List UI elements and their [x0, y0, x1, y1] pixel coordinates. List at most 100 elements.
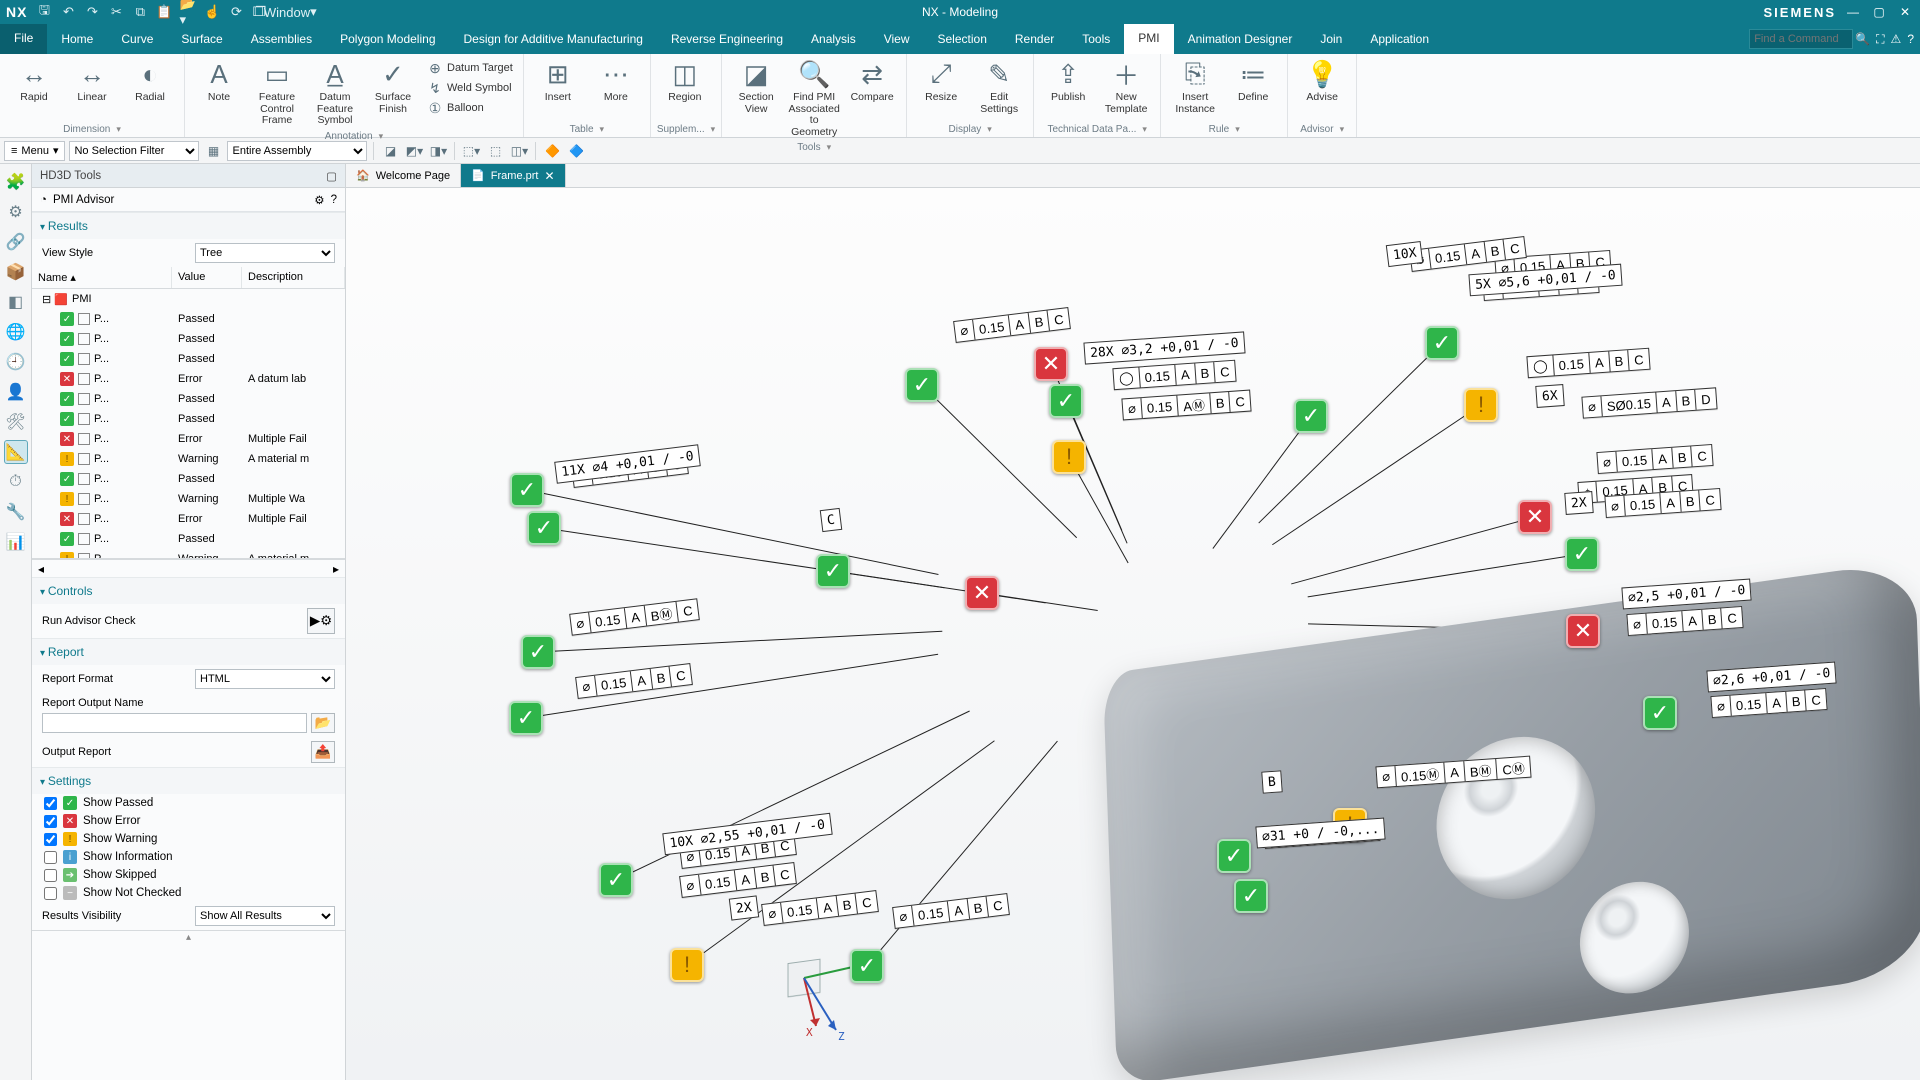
tab-view[interactable]: View — [870, 24, 924, 54]
view-triad[interactable]: Y X Z — [776, 930, 886, 1040]
results-visibility-dropdown[interactable]: Show All Results — [195, 906, 335, 926]
run-advisor-check-button[interactable]: ▶⚙ — [307, 608, 335, 634]
tree-row[interactable]: !P... Warning Multiple Wa — [32, 489, 345, 509]
linear-button[interactable]: ↔Linear — [64, 56, 120, 106]
datum-feature-symbol-button[interactable]: A̲Datum Feature Symbol — [307, 56, 363, 129]
report-format-dropdown[interactable]: HTML — [195, 669, 335, 689]
tab-reverse-engineering[interactable]: Reverse Engineering — [657, 24, 797, 54]
tree-row[interactable]: ✓P... Passed — [32, 529, 345, 549]
more-button[interactable]: ⋯More — [588, 56, 644, 106]
rapid-button[interactable]: ↔Rapid — [6, 56, 62, 106]
resize-button[interactable]: ⤢Resize — [913, 56, 969, 106]
show-notchecked-checkbox[interactable] — [44, 887, 57, 900]
region-button[interactable]: ◫Region — [657, 56, 713, 106]
tab-design-for-additive-manufacturing[interactable]: Design for Additive Manufacturing — [450, 24, 657, 54]
pmi-pass-marker[interactable]: ✓ — [1294, 399, 1328, 433]
tab-pmi[interactable]: PMI — [1124, 24, 1173, 54]
pmi-pass-marker[interactable]: ✓ — [816, 554, 850, 588]
pmi-warn-marker[interactable]: ! — [1052, 440, 1086, 474]
gdt-frame[interactable]: ⌀SØ0.15ABD — [1581, 387, 1717, 418]
redo-icon[interactable]: ↷ — [83, 3, 101, 21]
output-report-button[interactable]: 📤 — [311, 741, 335, 763]
rail-tools-icon[interactable]: 🛠 — [4, 410, 28, 434]
rail-assembly-icon[interactable]: ⚙ — [4, 200, 28, 224]
rail-reuse-icon[interactable]: 📦 — [4, 260, 28, 284]
tree-root-pmi[interactable]: ⊟ 🟥 PMI — [32, 289, 345, 309]
tab-welcome-page[interactable]: 🏠 Welcome Page — [346, 164, 461, 187]
rail-constraint-icon[interactable]: 🔗 — [4, 230, 28, 254]
close-tab-icon[interactable]: ✕ — [544, 169, 554, 183]
view-style-dropdown[interactable]: Tree — [195, 243, 335, 263]
rail-clock-icon[interactable]: ⏱ — [4, 470, 28, 494]
rail-part-navigator-icon[interactable]: 🧩 — [4, 170, 28, 194]
menu-dropdown[interactable]: ≡ Menu ▾ — [4, 141, 65, 161]
define-button[interactable]: ≔Define — [1225, 56, 1281, 106]
pmi-pass-marker[interactable]: ✓ — [510, 473, 544, 507]
pmi-pass-marker[interactable]: ✓ — [1217, 839, 1251, 873]
pmi-pass-marker[interactable]: ✓ — [509, 701, 543, 735]
filter-reset-icon[interactable]: ▦ — [203, 141, 223, 161]
col-name-header[interactable]: Name ▴ — [32, 267, 172, 288]
copy-icon[interactable]: ⧉ — [131, 3, 149, 21]
insert-instance-button[interactable]: ⎘Insert Instance — [1167, 56, 1223, 117]
tree-row[interactable]: !P... Warning A material m — [32, 549, 345, 559]
weld-symbol-button[interactable]: ↯Weld Symbol — [423, 78, 517, 98]
undo-icon[interactable]: ↶ — [59, 3, 77, 21]
part-model[interactable] — [1103, 560, 1920, 1080]
section-view-button[interactable]: ◪Section View — [728, 56, 784, 117]
sel-icon-8[interactable]: 🔷 — [566, 141, 586, 161]
tab-surface[interactable]: Surface — [167, 24, 236, 54]
tree-row[interactable]: ✓P... Passed — [32, 389, 345, 409]
surface-finish-button[interactable]: ✓Surface Finish — [365, 56, 421, 117]
pmi-pass-marker[interactable]: ✓ — [527, 511, 561, 545]
find-pmi-associated-to-geometry-button[interactable]: 🔍Find PMI Associated to Geometry — [786, 56, 842, 140]
edit-settings-button[interactable]: ✎Edit Settings — [971, 56, 1027, 117]
selection-filter-dropdown[interactable]: No Selection Filter — [69, 141, 199, 161]
balloon-button[interactable]: ①Balloon — [423, 98, 517, 118]
tab-tools[interactable]: Tools — [1068, 24, 1124, 54]
sel-icon-5[interactable]: ⬚ — [485, 141, 505, 161]
fullscreen-icon[interactable]: ⛶ — [1876, 32, 1884, 47]
panel-collapse-handle[interactable]: ▴ — [32, 930, 345, 944]
gdt-frame[interactable]: ⌀0.15ABC — [575, 663, 693, 699]
pmi-warn-marker[interactable]: ! — [1464, 388, 1498, 422]
note-button[interactable]: ANote — [191, 56, 247, 106]
rail-hd3d-icon[interactable]: ◧ — [4, 290, 28, 314]
tree-row[interactable]: ✓P... Passed — [32, 349, 345, 369]
gdt-note[interactable]: 2X — [1564, 491, 1593, 515]
pmi-pass-marker[interactable]: ✓ — [850, 949, 884, 983]
gdt-frame[interactable]: ⌀0.15AⓂBC — [1121, 390, 1251, 421]
sel-icon-3[interactable]: ◨▾ — [428, 141, 448, 161]
tree-row[interactable]: ✓P... Passed — [32, 409, 345, 429]
pmi-err-marker[interactable]: ✕ — [1518, 500, 1552, 534]
gdt-note[interactable]: C — [820, 508, 842, 532]
tree-scroll-right[interactable]: ▸ — [327, 562, 345, 576]
gdt-frame[interactable]: ⌀0.15ABC — [1596, 444, 1713, 474]
close-icon[interactable]: ✕ — [1896, 3, 1914, 21]
tree-row[interactable]: ✓P... Passed — [32, 309, 345, 329]
gdt-note[interactable]: 6X — [1535, 384, 1564, 408]
touch-icon[interactable]: ☝ — [203, 3, 221, 21]
gdt-frame[interactable]: ⌀0.15ABC — [679, 862, 797, 898]
show-error-checkbox[interactable] — [44, 815, 57, 828]
minimize-icon[interactable]: — — [1844, 3, 1862, 21]
pmi-err-marker[interactable]: ✕ — [1566, 614, 1600, 648]
rail-roles-icon[interactable]: 👤 — [4, 380, 28, 404]
assembly-filter-dropdown[interactable]: Entire Assembly — [227, 141, 367, 161]
radial-button[interactable]: ◐Radial — [122, 56, 178, 106]
pmi-err-marker[interactable]: ✕ — [1034, 347, 1068, 381]
help-icon[interactable]: ? — [1907, 32, 1914, 46]
tab-file[interactable]: File — [0, 24, 47, 54]
pmi-pass-marker[interactable]: ✓ — [1425, 326, 1459, 360]
pmi-err-marker[interactable]: ✕ — [965, 576, 999, 610]
tab-polygon-modeling[interactable]: Polygon Modeling — [326, 24, 449, 54]
tab-animation-designer[interactable]: Animation Designer — [1174, 24, 1307, 54]
rail-advisor-icon[interactable]: 📐 — [4, 440, 28, 464]
show-skipped-checkbox[interactable] — [44, 869, 57, 882]
gdt-frame[interactable]: ⌀0.15ABⓂC — [569, 598, 700, 636]
sel-icon-6[interactable]: ◫▾ — [509, 141, 529, 161]
window-menu[interactable]: ☐ Window ▾ — [275, 3, 293, 21]
pmi-pass-marker[interactable]: ✓ — [905, 368, 939, 402]
tree-row[interactable]: ✕P... Error Multiple Fail — [32, 429, 345, 449]
publish-button[interactable]: ⇪Publish — [1040, 56, 1096, 106]
